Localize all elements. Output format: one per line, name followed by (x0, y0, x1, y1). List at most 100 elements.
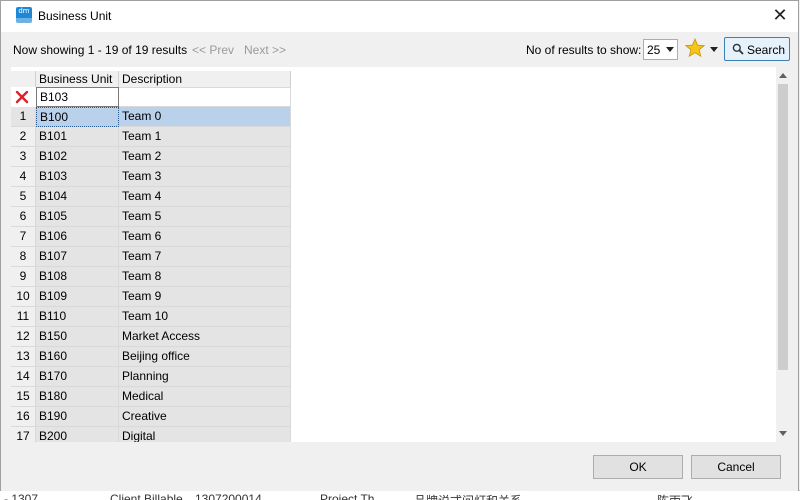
table-row[interactable]: 1 B100 Team 0 (11, 107, 291, 127)
row-number-cell[interactable]: 10 (11, 287, 36, 307)
table-row[interactable]: 6 B105 Team 5 (11, 207, 291, 227)
table-row[interactable]: 10 B109 Team 9 (11, 287, 291, 307)
description-cell[interactable]: Team 4 (119, 187, 291, 207)
description-cell[interactable]: Team 8 (119, 267, 291, 287)
background-cell: Project Th... (320, 492, 385, 500)
business-unit-cell[interactable]: B109 (36, 287, 119, 307)
scrollbar-thumb[interactable] (778, 84, 788, 370)
business-unit-cell[interactable]: B103 (36, 167, 119, 187)
description-cell[interactable]: Team 2 (119, 147, 291, 167)
row-number-cell[interactable]: 15 (11, 387, 36, 407)
description-cell[interactable]: Team 1 (119, 127, 291, 147)
row-number-cell[interactable]: 4 (11, 167, 36, 187)
table-row[interactable]: 2 B101 Team 1 (11, 127, 291, 147)
description-filter-input[interactable] (119, 87, 291, 107)
dialog-title: Business Unit (38, 9, 112, 23)
business-unit-filter-input[interactable] (36, 87, 119, 107)
row-number-cell[interactable]: 3 (11, 147, 36, 167)
prev-page-link[interactable]: << Prev (192, 43, 234, 57)
close-button[interactable]: ✕ (768, 4, 792, 28)
business-unit-cell[interactable]: B170 (36, 367, 119, 387)
column-header-business-unit[interactable]: Business Unit (36, 71, 119, 87)
chevron-down-icon (666, 47, 674, 52)
table-row[interactable]: 11 B110 Team 10 (11, 307, 291, 327)
description-cell[interactable]: Team 0 (119, 107, 291, 127)
description-cell[interactable]: Market Access (119, 327, 291, 347)
row-number-cell[interactable]: 17 (11, 427, 36, 442)
scroll-up-icon[interactable] (779, 73, 787, 78)
row-number-cell[interactable]: 7 (11, 227, 36, 247)
table-row[interactable]: 16 B190 Creative (11, 407, 291, 427)
row-number-cell[interactable]: 8 (11, 247, 36, 267)
table-row[interactable]: 3 B102 Team 2 (11, 147, 291, 167)
business-unit-cell[interactable]: B102 (36, 147, 119, 167)
table-row[interactable]: 12 B150 Market Access (11, 327, 291, 347)
ok-button[interactable]: OK (593, 455, 683, 479)
row-number-cell[interactable]: 1 (11, 107, 36, 127)
row-number-cell[interactable]: 11 (11, 307, 36, 327)
column-header-description[interactable]: Description (119, 71, 291, 87)
business-unit-cell[interactable]: B110 (36, 307, 119, 327)
row-number-cell[interactable]: 2 (11, 127, 36, 147)
row-number-cell[interactable]: 16 (11, 407, 36, 427)
business-unit-cell[interactable]: B105 (36, 207, 119, 227)
description-cell[interactable]: Team 9 (119, 287, 291, 307)
table-row[interactable]: 5 B104 Team 4 (11, 187, 291, 207)
row-number-cell[interactable]: 6 (11, 207, 36, 227)
results-count-select[interactable]: 25 (643, 39, 678, 60)
description-cell[interactable]: Team 5 (119, 207, 291, 227)
close-icon: ✕ (772, 5, 788, 25)
description-cell[interactable]: Creative (119, 407, 291, 427)
background-cell: 1307200014 (195, 492, 262, 500)
table-row[interactable]: 14 B170 Planning (11, 367, 291, 387)
business-unit-cell[interactable]: B200 (36, 427, 119, 442)
table-row[interactable]: 9 B108 Team 8 (11, 267, 291, 287)
results-count-value: 25 (647, 43, 661, 57)
business-unit-cell[interactable]: B106 (36, 227, 119, 247)
business-unit-cell[interactable]: B104 (36, 187, 119, 207)
row-number-cell[interactable]: 5 (11, 187, 36, 207)
table-row[interactable]: 4 B103 Team 3 (11, 167, 291, 187)
business-unit-cell[interactable]: B108 (36, 267, 119, 287)
next-page-link[interactable]: Next >> (244, 43, 286, 57)
row-number-cell[interactable]: 9 (11, 267, 36, 287)
star-icon (684, 37, 706, 58)
table-row[interactable]: 15 B180 Medical (11, 387, 291, 407)
description-cell[interactable]: Team 3 (119, 167, 291, 187)
clear-filter-icon[interactable] (15, 90, 29, 104)
search-button-label: Search (747, 43, 786, 57)
favorites-button[interactable] (684, 37, 706, 60)
search-button[interactable]: Search (724, 37, 790, 61)
background-cell: 陈雨飞 (657, 492, 693, 500)
business-unit-cell[interactable]: B190 (36, 407, 119, 427)
scroll-down-icon[interactable] (779, 431, 787, 436)
cancel-button[interactable]: Cancel (691, 455, 781, 479)
row-number-cell[interactable]: 14 (11, 367, 36, 387)
table-row[interactable]: 13 B160 Beijing office (11, 347, 291, 367)
business-unit-cell[interactable]: B101 (36, 127, 119, 147)
description-cell[interactable]: Medical (119, 387, 291, 407)
app-logo-text: dm (18, 7, 30, 15)
favorites-dropdown-icon[interactable] (710, 47, 718, 52)
business-unit-cell[interactable]: B150 (36, 327, 119, 347)
background-table-row: - 1307 Client Billable 1307200014 Projec… (0, 490, 800, 500)
results-count-label: No of results to show: (526, 43, 642, 57)
row-number-cell[interactable]: 13 (11, 347, 36, 367)
table-row[interactable]: 17 B200 Digital (11, 427, 291, 442)
table-row[interactable]: 8 B107 Team 7 (11, 247, 291, 267)
business-unit-cell[interactable]: B180 (36, 387, 119, 407)
description-cell[interactable]: Beijing office (119, 347, 291, 367)
description-cell[interactable]: Team 6 (119, 227, 291, 247)
background-cell: Client Billable (110, 492, 183, 500)
description-cell[interactable]: Digital (119, 427, 291, 442)
description-cell[interactable]: Planning (119, 367, 291, 387)
description-cell[interactable]: Team 7 (119, 247, 291, 267)
dialog-footer: OK Cancel (1, 442, 798, 491)
row-number-cell[interactable]: 12 (11, 327, 36, 347)
business-unit-cell[interactable]: B160 (36, 347, 119, 367)
vertical-scrollbar[interactable] (776, 67, 790, 442)
business-unit-cell[interactable]: B107 (36, 247, 119, 267)
description-cell[interactable]: Team 10 (119, 307, 291, 327)
business-unit-cell[interactable]: B100 (36, 107, 119, 127)
table-row[interactable]: 7 B106 Team 6 (11, 227, 291, 247)
